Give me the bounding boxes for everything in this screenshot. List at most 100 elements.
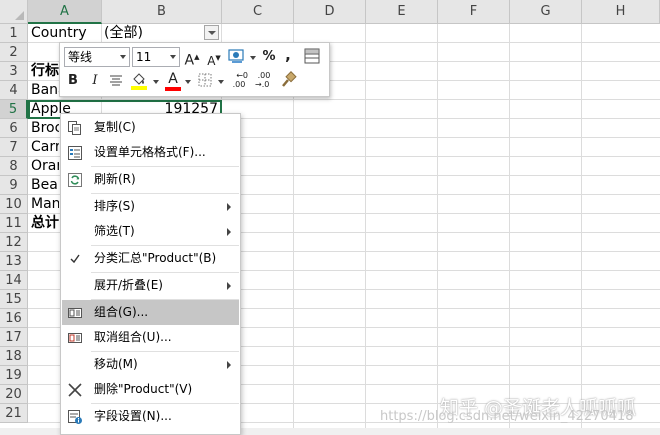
cell-a3[interactable]: 行标	[31, 62, 59, 81]
submenu-arrow-icon	[227, 361, 231, 369]
row-header[interactable]: 13	[0, 252, 28, 271]
cell-a10[interactable]: Man	[31, 195, 59, 214]
row-header[interactable]: 14	[0, 271, 28, 290]
menu-item-copy[interactable]: 复制(C)	[62, 115, 239, 140]
accounting-format-button[interactable]	[227, 47, 249, 67]
cell-a6[interactable]: Broc	[31, 119, 59, 138]
cell-a9[interactable]: Bear	[31, 176, 59, 195]
menu-item-label: 分类汇总"Product"(B)	[94, 251, 217, 265]
menu-item-filter[interactable]: 筛选(T)	[62, 219, 239, 244]
menu-item-label: 展开/折叠(E)	[94, 278, 163, 292]
column-header-g[interactable]: G	[510, 0, 582, 24]
row-header[interactable]: 18	[0, 347, 28, 366]
grid-line	[581, 24, 582, 435]
increase-font-size-button[interactable]: A▲	[184, 47, 200, 69]
cell-a7[interactable]: Carr	[31, 138, 59, 157]
menu-item-label: 刷新(R)	[94, 172, 136, 186]
submenu-arrow-icon	[227, 282, 231, 290]
font-color-button[interactable]: A	[164, 69, 182, 91]
column-header-a[interactable]: A	[28, 0, 102, 24]
cell-a1[interactable]: Country	[31, 24, 101, 43]
menu-item-move[interactable]: 移动(M)	[62, 352, 239, 377]
cell-b1[interactable]: (全部)	[104, 24, 200, 43]
font-name-combo[interactable]: 等线	[64, 47, 130, 67]
cell-a11[interactable]: 总计	[31, 214, 59, 233]
font-size-value: 11	[136, 50, 152, 64]
chevron-down-icon[interactable]	[218, 80, 224, 84]
row-header[interactable]: 1	[0, 24, 28, 43]
refresh-icon	[68, 173, 82, 187]
copy-icon	[68, 121, 81, 135]
format-painter-button[interactable]	[279, 70, 299, 90]
font-color-swatch	[165, 87, 181, 91]
menu-item-delete-field[interactable]: 删除"Product"(V)	[62, 377, 239, 402]
menu-item-label: 设置单元格格式(F)...	[94, 145, 206, 159]
row-header[interactable]: 15	[0, 290, 28, 309]
row-header[interactable]: 5	[0, 100, 28, 119]
select-all-corner[interactable]	[0, 0, 28, 24]
decrease-font-size-button[interactable]: A▼	[206, 48, 222, 68]
grid-line	[437, 24, 438, 435]
italic-button[interactable]: I	[87, 71, 103, 91]
row-header[interactable]: 9	[0, 176, 28, 195]
column-header-f[interactable]: F	[438, 0, 510, 24]
row-header[interactable]: 19	[0, 366, 28, 385]
cell-a4[interactable]: Bana	[31, 81, 59, 100]
menu-item-label: 复制(C)	[94, 120, 136, 134]
chevron-down-icon[interactable]	[153, 80, 159, 84]
menu-item-sort[interactable]: 排序(S)	[62, 194, 239, 219]
borders-button[interactable]	[197, 71, 215, 91]
font-size-combo[interactable]: 11	[132, 47, 180, 67]
paintbrush-icon	[282, 71, 297, 87]
ungroup-icon	[68, 333, 82, 343]
row-header[interactable]: 16	[0, 309, 28, 328]
bold-button[interactable]: B	[65, 71, 81, 91]
menu-item-subtotal[interactable]: 分类汇总"Product"(B)	[62, 246, 239, 271]
increase-decimal-icon: .00	[232, 80, 246, 89]
row-header[interactable]: 6	[0, 119, 28, 138]
menu-item-label: 组合(G)...	[94, 305, 149, 319]
align-center-button[interactable]	[108, 71, 126, 91]
decrease-decimal-button[interactable]: .00 →.0	[253, 71, 275, 91]
column-header-c[interactable]: C	[222, 0, 294, 24]
align-center-icon	[110, 75, 122, 86]
row-header[interactable]: 21	[0, 404, 28, 423]
percent-style-button[interactable]: %	[260, 47, 278, 67]
increase-decimal-button[interactable]: ←0 .00	[228, 71, 250, 91]
row-header[interactable]: 7	[0, 138, 28, 157]
menu-item-field-settings[interactable]: 字段设置(N)...	[62, 404, 239, 429]
column-header-b[interactable]: B	[102, 0, 222, 24]
menu-item-group[interactable]: 组合(G)...	[62, 300, 239, 325]
row-header[interactable]: 11	[0, 214, 28, 233]
row-header[interactable]: 10	[0, 195, 28, 214]
comma-style-button[interactable]: ,	[282, 45, 294, 65]
field-settings-icon	[68, 410, 82, 424]
row-header[interactable]: 2	[0, 43, 28, 62]
menu-item-expand-collapse[interactable]: 展开/折叠(E)	[62, 273, 239, 298]
page-filter-dropdown-button[interactable]	[204, 25, 219, 40]
menu-item-label: 删除"Product"(V)	[94, 382, 193, 396]
menu-item-label: 筛选(T)	[94, 224, 135, 238]
chevron-down-icon[interactable]	[185, 80, 191, 84]
row-header[interactable]: 20	[0, 385, 28, 404]
context-menu: 复制(C) 设置单元格格式(F)... 刷新(R) 排序(S) 筛选(T) 分类…	[60, 113, 241, 435]
grid-line	[365, 24, 366, 435]
menu-item-ungroup[interactable]: 取消组合(U)...	[62, 325, 239, 350]
column-header-e[interactable]: E	[366, 0, 438, 24]
fill-color-button[interactable]	[130, 70, 150, 90]
column-header-d[interactable]: D	[294, 0, 366, 24]
row-header[interactable]: 4	[0, 81, 28, 100]
row-header[interactable]: 8	[0, 157, 28, 176]
row-header[interactable]: 3	[0, 62, 28, 81]
row-header[interactable]: 12	[0, 233, 28, 252]
cell-a8[interactable]: Orar	[31, 157, 59, 176]
format-painter-table-button[interactable]	[303, 47, 325, 67]
column-header-h[interactable]: H	[582, 0, 660, 24]
menu-item-format-cells[interactable]: 设置单元格格式(F)...	[62, 140, 239, 165]
menu-item-refresh[interactable]: 刷新(R)	[62, 167, 239, 192]
decrease-decimal-icon: .00	[257, 71, 271, 80]
row-header[interactable]: 17	[0, 328, 28, 347]
chevron-down-icon	[120, 55, 126, 59]
font-color-icon: A	[168, 71, 178, 87]
chevron-down-icon[interactable]	[250, 56, 256, 60]
